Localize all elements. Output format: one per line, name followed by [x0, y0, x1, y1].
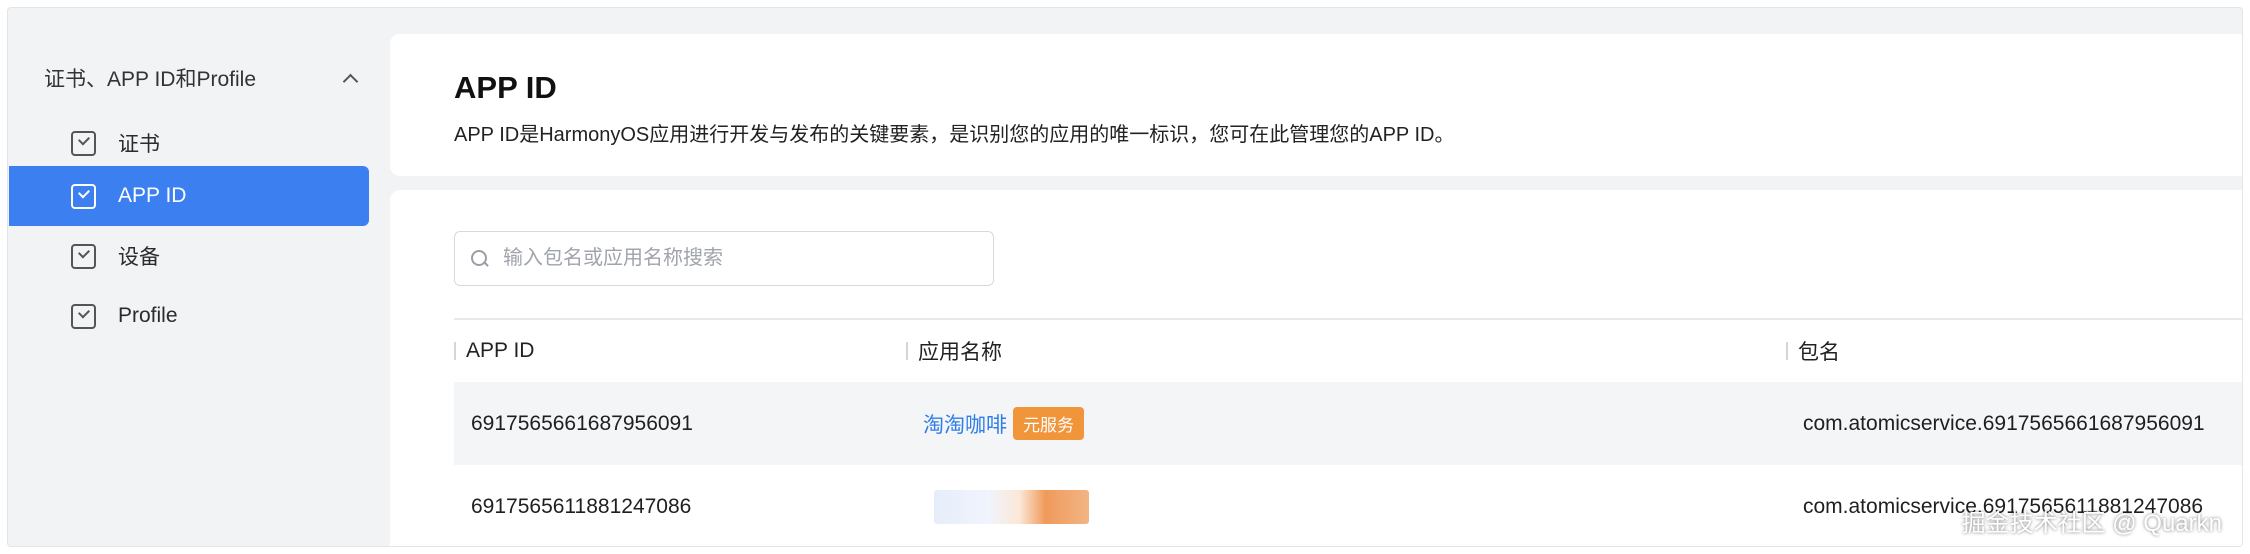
app-id-cell: 6917565611881247086	[471, 494, 692, 518]
column-header-label: 应用名称	[918, 341, 1002, 364]
sidebar: 证书、APP ID和Profile 证书 APP ID 设备 Profile	[8, 8, 380, 546]
sidebar-item-label: Profile	[118, 304, 178, 327]
page-header: APP ID APP ID是HarmonyOS应用进行开发与发布的关键要素，是识…	[390, 34, 2242, 176]
search-input[interactable]	[503, 247, 963, 270]
app-name-cell: 淘淘咖啡 元服务	[923, 382, 1084, 465]
column-header-label: APP ID	[466, 339, 535, 362]
column-divider	[454, 342, 456, 360]
watermark: 掘金技术社区 @ Quarkn	[1961, 510, 2222, 537]
sidebar-item-label: 设备	[118, 246, 160, 269]
sidebar-item-label: 证书	[118, 133, 160, 156]
profile-icon	[71, 303, 96, 329]
chevron-up-icon[interactable]	[342, 70, 358, 86]
page-title: APP ID	[454, 70, 557, 105]
sidebar-group-header[interactable]: 证书、APP ID和Profile	[44, 58, 360, 98]
sidebar-item-label: APP ID	[118, 184, 187, 207]
column-header-app-name[interactable]: 应用名称	[906, 319, 1002, 383]
table-header: APP ID 应用名称 包名	[454, 318, 2242, 383]
column-header-app-id[interactable]: APP ID	[454, 319, 534, 383]
app-id-cell: 6917565661687956091	[471, 411, 693, 435]
blurred-app-name	[934, 489, 1089, 524]
column-header-package[interactable]: 包名	[1786, 319, 1840, 383]
atomic-service-badge: 元服务	[1013, 407, 1084, 440]
search-box[interactable]	[454, 231, 994, 286]
app-id-list-panel: APP ID 应用名称 包名 6917565661687956091 淘淘咖啡 …	[390, 190, 2242, 546]
app-name-cell	[934, 465, 1089, 546]
sidebar-item-device[interactable]: 设备	[9, 226, 369, 286]
sidebar-item-app-id[interactable]: APP ID	[9, 166, 369, 226]
column-divider	[1786, 342, 1788, 360]
device-icon	[71, 243, 96, 269]
table-row[interactable]: 6917565661687956091 淘淘咖啡 元服务 com.atomics…	[454, 382, 2242, 465]
column-header-label: 包名	[1798, 341, 1840, 364]
search-icon	[471, 249, 489, 268]
page-description: APP ID是HarmonyOS应用进行开发与发布的关键要素，是识别您的应用的唯…	[454, 124, 1455, 146]
column-divider	[906, 342, 908, 360]
sidebar-group-label: 证书、APP ID和Profile	[44, 68, 256, 91]
sidebar-item-certificate[interactable]: 证书	[9, 113, 369, 173]
sidebar-item-profile[interactable]: Profile	[9, 286, 369, 346]
app-window: 证书、APP ID和Profile 证书 APP ID 设备 Profile A…	[7, 7, 2243, 547]
package-cell: com.atomicservice.6917565661687956091	[1803, 411, 2205, 435]
app-name-link[interactable]: 淘淘咖啡	[923, 409, 1007, 439]
certificate-icon	[71, 130, 96, 156]
app-id-icon	[71, 183, 96, 209]
